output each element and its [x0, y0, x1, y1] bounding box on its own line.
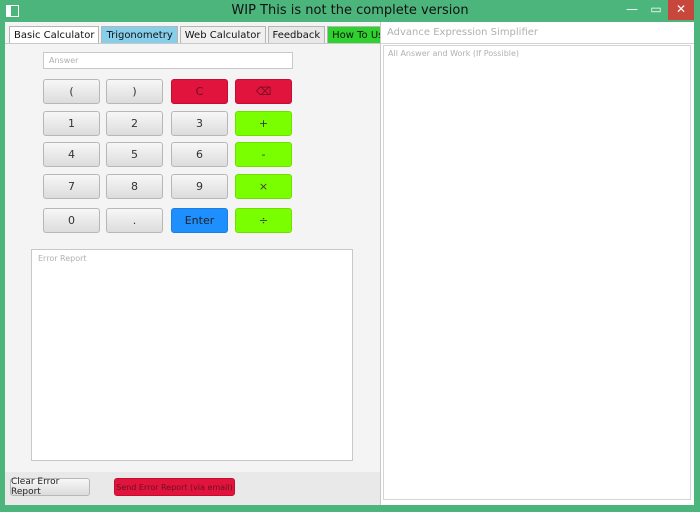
answer-field[interactable]: Answer: [43, 52, 293, 69]
digit-9-button[interactable]: 9: [171, 174, 228, 199]
digit-0-button[interactable]: 0: [43, 208, 100, 233]
digit-6-button[interactable]: 6: [171, 142, 228, 167]
maximize-icon[interactable]: ▭: [644, 0, 668, 20]
digit-4-button[interactable]: 4: [43, 142, 100, 167]
digit-1-button[interactable]: 1: [43, 111, 100, 136]
clear-button[interactable]: C: [171, 79, 228, 104]
digit-5-button[interactable]: 5: [106, 142, 163, 167]
expression-simplifier-field[interactable]: Advance Expression Simplifier: [381, 22, 694, 44]
answer-and-work-textarea[interactable]: All Answer and Work (If Possible): [383, 45, 691, 500]
minus-button[interactable]: -: [235, 142, 292, 167]
open-paren-button[interactable]: (: [43, 79, 100, 104]
clear-error-report-button[interactable]: Clear Error Report: [10, 477, 90, 497]
tab-basic-calculator[interactable]: Basic Calculator: [9, 26, 100, 43]
title-bar: WIP This is not the complete version — ▭…: [0, 0, 700, 22]
close-paren-button[interactable]: ): [106, 79, 163, 104]
close-icon[interactable]: ✕: [668, 0, 694, 20]
window-title: WIP This is not the complete version: [231, 3, 469, 18]
window-client: Basic Calculator Trigonometry Web Calcul…: [5, 22, 694, 505]
decimal-button[interactable]: .: [106, 208, 163, 233]
simplifier-panel: Advance Expression Simplifier All Answer…: [381, 22, 694, 505]
enter-button[interactable]: Enter: [171, 208, 228, 233]
error-report-textarea[interactable]: Error Report: [31, 249, 353, 461]
calculator-panel: Basic Calculator Trigonometry Web Calcul…: [5, 22, 395, 505]
tab-divider: [5, 43, 380, 44]
digit-3-button[interactable]: 3: [171, 111, 228, 136]
tab-bar: Basic Calculator Trigonometry Web Calcul…: [9, 26, 395, 44]
send-error-report-button[interactable]: Send Error Report (via email): [114, 478, 235, 496]
multiply-button[interactable]: ×: [235, 174, 292, 199]
divide-button[interactable]: ÷: [235, 208, 292, 233]
digit-8-button[interactable]: 8: [106, 174, 163, 199]
tab-web-calculator[interactable]: Web Calculator: [179, 26, 266, 43]
digit-7-button[interactable]: 7: [43, 174, 100, 199]
backspace-button[interactable]: ⌫: [235, 79, 292, 104]
plus-button[interactable]: +: [235, 111, 292, 136]
minimize-icon[interactable]: —: [620, 0, 644, 20]
digit-2-button[interactable]: 2: [106, 111, 163, 136]
tab-feedback[interactable]: Feedback: [267, 26, 326, 43]
tab-trigonometry[interactable]: Trigonometry: [101, 26, 178, 43]
